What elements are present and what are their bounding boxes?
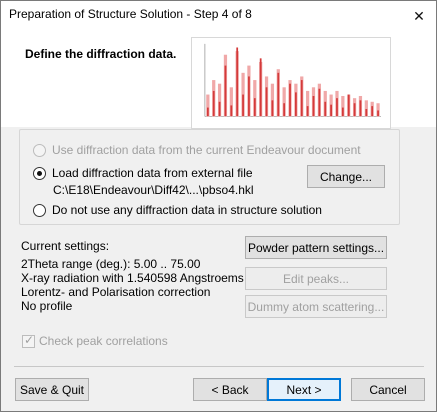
radio-button-icon: [33, 143, 46, 157]
cancel-button[interactable]: Cancel: [351, 378, 425, 401]
check-peak-correlations[interactable]: Check peak correlations: [22, 333, 168, 348]
chart-bar: [359, 100, 362, 117]
dummy-atom-scattering-button[interactable]: Dummy atom scattering...: [245, 295, 387, 318]
chart-bar: [248, 76, 250, 117]
chart-bar: [289, 83, 291, 117]
radio-do-not-use-label: Do not use any diffraction data in struc…: [52, 203, 322, 217]
radio-button-icon: [33, 203, 46, 217]
chart-bar: [365, 109, 368, 117]
radio-use-current-label: Use diffraction data from the current En…: [52, 143, 361, 157]
chart-bar: [271, 100, 274, 117]
settings-line: No profile: [21, 299, 73, 313]
chart-bar: [236, 47, 239, 117]
chart-bar: [224, 65, 227, 117]
chart-bar: [218, 101, 221, 117]
wizard-dialog: Preparation of Structure Solution - Step…: [0, 0, 437, 412]
chart-bar: [277, 72, 280, 117]
chart-bar: [318, 88, 321, 117]
settings-line: 2Theta range (deg.): 5.00 .. 75.00: [21, 257, 201, 271]
chart-bar: [353, 103, 356, 117]
chart-bar: [371, 106, 374, 117]
title-bar: Preparation of Structure Solution - Step…: [1, 1, 436, 31]
close-icon[interactable]: ✕: [402, 1, 436, 31]
footer-divider: [14, 366, 424, 367]
chart-bar: [259, 58, 262, 117]
check-peak-correlations-label: Check peak correlations: [39, 334, 168, 348]
chart-bar: [295, 92, 297, 117]
radio-use-current: Use diffraction data from the current En…: [33, 143, 361, 157]
step-heading: Define the diffraction data.: [25, 47, 177, 61]
chart-bar: [265, 87, 268, 117]
chart-bar: [283, 103, 286, 117]
chart-bar: [347, 94, 350, 117]
diffraction-preview-chart: [191, 37, 391, 129]
back-button[interactable]: < Back: [193, 378, 267, 401]
chart-bar: [212, 90, 215, 117]
change-button[interactable]: Change...: [307, 165, 385, 188]
window-title: Preparation of Structure Solution - Step…: [9, 7, 252, 21]
radio-load-external-label: Load diffraction data from external file: [52, 166, 253, 180]
file-path: C:\E18\Endeavour\Diff42\...\pbso4.hkl: [53, 183, 254, 197]
current-settings-label: Current settings:: [21, 239, 110, 253]
chart-bar: [377, 110, 379, 117]
current-settings: Current settings: 2Theta range (deg.): 5…: [21, 239, 244, 313]
edit-peaks-button[interactable]: Edit peaks...: [245, 267, 387, 290]
chart-bar: [312, 95, 315, 117]
chart-bar: [306, 106, 309, 117]
settings-line: X-ray radiation with 1.540598 Angstroems: [21, 271, 244, 285]
chart-bar: [324, 101, 327, 117]
chart-bar: [253, 98, 256, 117]
radio-load-external[interactable]: Load diffraction data from external file: [33, 166, 253, 180]
save-quit-button[interactable]: Save & Quit: [15, 378, 89, 401]
settings-line: Lorentz- and Polarisation correction: [21, 285, 211, 299]
chart-bar: [330, 104, 332, 117]
chart-bar: [230, 105, 233, 117]
chart-bar: [242, 94, 244, 117]
chart-bar: [341, 107, 344, 117]
radio-selected-icon: [33, 166, 46, 180]
next-button[interactable]: Next >: [267, 378, 341, 401]
chart-bar: [336, 98, 338, 117]
chart-bar: [206, 107, 209, 117]
checkbox-checked-icon: [22, 333, 35, 348]
powder-pattern-settings-button[interactable]: Powder pattern settings...: [245, 236, 387, 259]
radio-do-not-use[interactable]: Do not use any diffraction data in struc…: [33, 203, 322, 217]
chart-bar: [300, 80, 303, 117]
